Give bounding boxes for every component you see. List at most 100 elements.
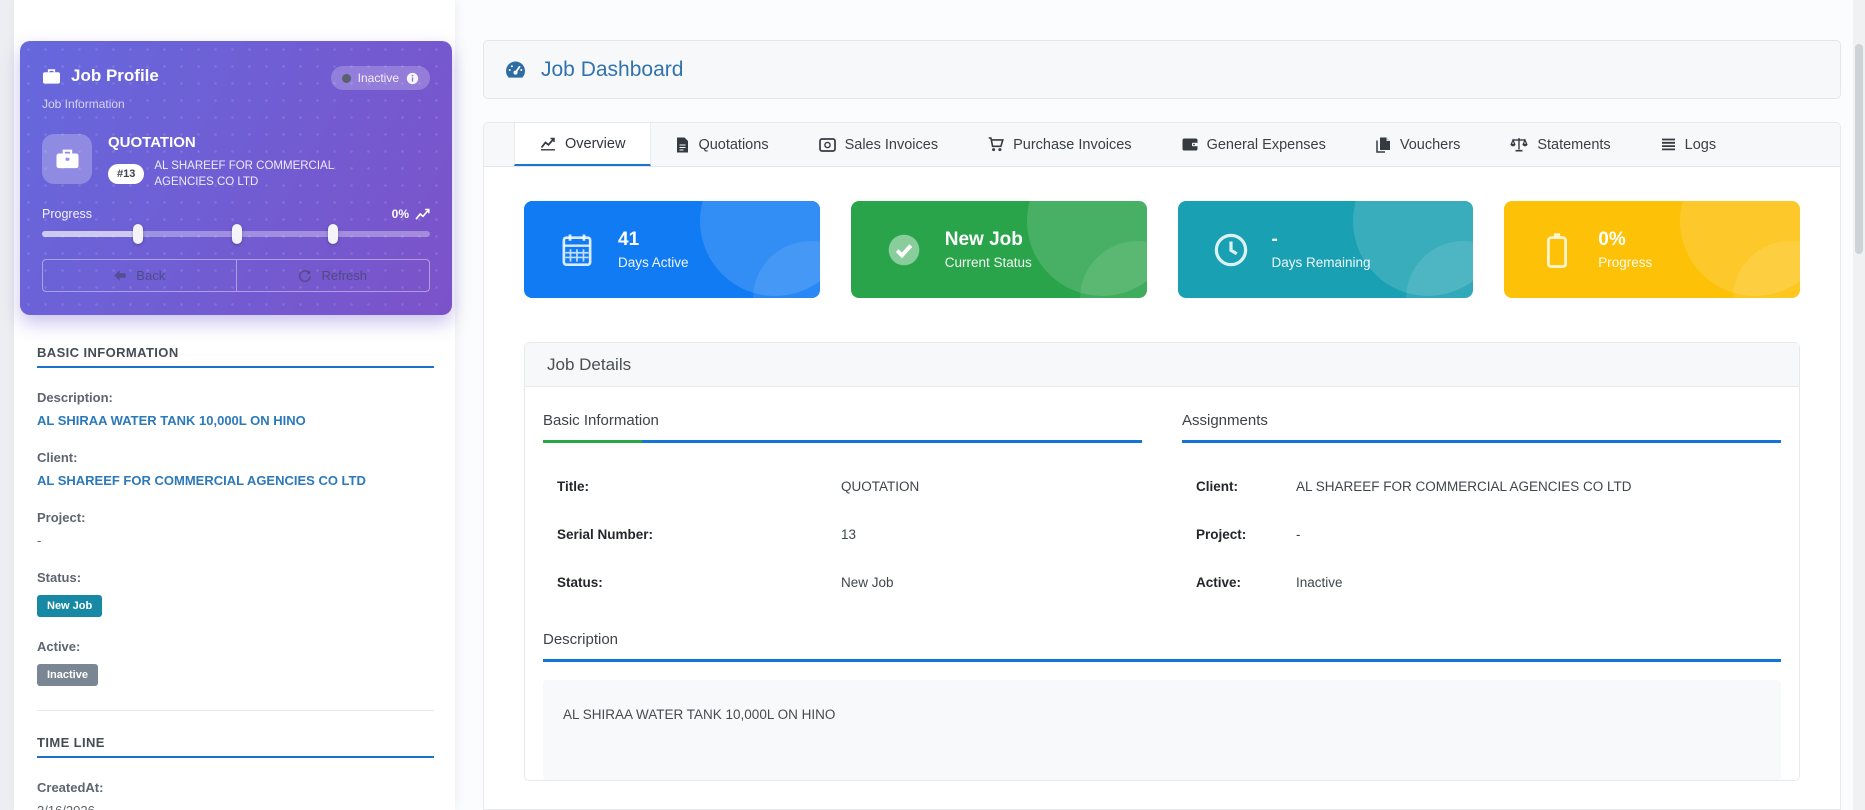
detail-label: Status: xyxy=(557,575,841,595)
arrow-left-icon xyxy=(113,269,127,282)
tab-vouchers[interactable]: Vouchers xyxy=(1351,123,1485,166)
heading-underline xyxy=(37,756,434,758)
dashboard-gauge-icon xyxy=(503,58,528,82)
detail-label: Project: xyxy=(1196,527,1296,547)
detail-row: Title: QUOTATION xyxy=(543,479,1142,499)
tab-general-expenses[interactable]: General Expenses xyxy=(1157,123,1351,166)
timeline-heading: TIME LINE xyxy=(37,735,434,750)
detail-label: Client: xyxy=(1196,479,1296,499)
section-underline xyxy=(543,440,1142,443)
stat-value: New Job xyxy=(945,229,1032,251)
chart-line-icon xyxy=(415,208,430,221)
slider-handle-2[interactable] xyxy=(232,224,242,244)
cart-icon xyxy=(988,137,1004,152)
description-value-link[interactable]: AL SHIRAA WATER TANK 10,000L ON HINO xyxy=(37,413,434,428)
chart-line-icon xyxy=(540,137,556,151)
briefcase-icon xyxy=(42,68,61,85)
detail-value: - xyxy=(1296,527,1301,547)
client-value-link[interactable]: AL SHAREEF FOR COMMERCIAL AGENCIES CO LT… xyxy=(37,473,434,488)
inactive-status-pill[interactable]: Inactive xyxy=(331,66,430,90)
slider-handle-1[interactable] xyxy=(133,224,143,244)
detail-value: 13 xyxy=(841,527,856,547)
progress-label: Progress xyxy=(42,207,92,221)
page: Job Profile Inactive Job Information xyxy=(0,0,1865,810)
stat-card-days-remaining: - Days Remaining xyxy=(1178,201,1474,298)
list-icon xyxy=(1661,138,1676,151)
section-underline xyxy=(543,659,1781,662)
active-badge: Inactive xyxy=(37,664,98,686)
tab-label: Logs xyxy=(1685,137,1716,153)
basic-information-heading: BASIC INFORMATION xyxy=(37,345,434,360)
tab-sales-invoices[interactable]: Sales Invoices xyxy=(794,123,964,166)
window-scrollbar[interactable] xyxy=(1853,0,1865,810)
balance-scale-icon xyxy=(1510,137,1528,152)
back-button-label: Back xyxy=(136,268,165,283)
sidebar-scrollbar[interactable] xyxy=(0,0,14,810)
stat-cards-row: 41 Days Active New Job Current Status xyxy=(524,201,1800,298)
heading-underline xyxy=(37,366,434,368)
status-dot-icon xyxy=(342,74,351,83)
profile-subtitle: Job Information xyxy=(42,97,430,111)
project-label: Project: xyxy=(37,510,434,525)
detail-label: Serial Number: xyxy=(557,527,841,547)
slider-fill xyxy=(42,231,139,237)
stat-value: 41 xyxy=(618,229,689,251)
description-section-heading: Description xyxy=(543,631,1781,659)
scrollbar-thumb[interactable] xyxy=(1855,44,1863,254)
createdat-label: CreatedAt: xyxy=(37,780,434,795)
active-label: Active: xyxy=(37,639,434,654)
status-pill-label: Inactive xyxy=(358,71,399,85)
stat-label: Days Remaining xyxy=(1272,255,1371,270)
detail-row: Serial Number: 13 xyxy=(543,527,1142,547)
basic-information-section-heading: Basic Information xyxy=(543,412,1142,440)
dashboard-card: Overview Quotations Sales Invoices Purch… xyxy=(483,122,1841,810)
page-title: Job Dashboard xyxy=(541,58,683,82)
file-icon xyxy=(676,137,689,153)
calendar-icon xyxy=(556,233,598,267)
job-details-heading: Job Details xyxy=(525,343,1799,387)
refresh-button-label: Refresh xyxy=(321,268,367,283)
job-name: QUOTATION xyxy=(108,134,389,151)
stat-card-current-status: New Job Current Status xyxy=(851,201,1147,298)
detail-row: Status: New Job xyxy=(543,575,1142,595)
page-header: Job Dashboard xyxy=(483,40,1841,99)
detail-value: AL SHAREEF FOR COMMERCIAL AGENCIES CO LT… xyxy=(1296,479,1632,499)
voucher-icon xyxy=(1376,137,1391,153)
tab-label: Purchase Invoices xyxy=(1013,137,1131,153)
tab-statements[interactable]: Statements xyxy=(1485,123,1635,166)
profile-title: Job Profile xyxy=(71,66,159,86)
progress-slider[interactable] xyxy=(42,231,430,237)
refresh-icon xyxy=(298,269,312,283)
refresh-button[interactable]: Refresh xyxy=(236,260,430,291)
stat-label: Current Status xyxy=(945,255,1032,270)
invoice-icon xyxy=(819,138,836,152)
description-box: AL SHIRAA WATER TANK 10,000L ON HINO xyxy=(543,680,1781,780)
client-label: Client: xyxy=(37,450,434,465)
assignments-section-heading: Assignments xyxy=(1182,412,1781,440)
tab-overview[interactable]: Overview xyxy=(514,123,651,166)
project-value: - xyxy=(37,533,434,548)
tab-logs[interactable]: Logs xyxy=(1636,123,1741,166)
stat-card-days-active: 41 Days Active xyxy=(524,201,820,298)
detail-row: Client: AL SHAREEF FOR COMMERCIAL AGENCI… xyxy=(1182,479,1781,499)
detail-label: Active: xyxy=(1196,575,1296,595)
tab-label: General Expenses xyxy=(1207,137,1326,153)
job-client-name: AL SHAREEF FOR COMMERCIAL AGENCIES CO LT… xyxy=(154,158,389,190)
detail-value: New Job xyxy=(841,575,894,595)
battery-icon xyxy=(1536,232,1578,268)
clock-icon xyxy=(1210,233,1252,267)
detail-row: Project: - xyxy=(1182,527,1781,547)
back-button[interactable]: Back xyxy=(43,260,236,291)
info-circle-icon xyxy=(406,72,419,85)
detail-label: Title: xyxy=(557,479,841,499)
tab-purchase-invoices[interactable]: Purchase Invoices xyxy=(963,123,1156,166)
job-profile-card: Job Profile Inactive Job Information xyxy=(20,41,452,315)
tab-label: Sales Invoices xyxy=(845,137,939,153)
createdat-value: 3/16/2026 xyxy=(37,803,434,810)
slider-handle-3[interactable] xyxy=(328,224,338,244)
check-circle-icon xyxy=(883,233,925,267)
wallet-icon xyxy=(1182,138,1198,151)
stat-value: - xyxy=(1272,229,1371,251)
progress-value: 0% xyxy=(392,207,409,221)
tab-quotations[interactable]: Quotations xyxy=(651,123,793,166)
